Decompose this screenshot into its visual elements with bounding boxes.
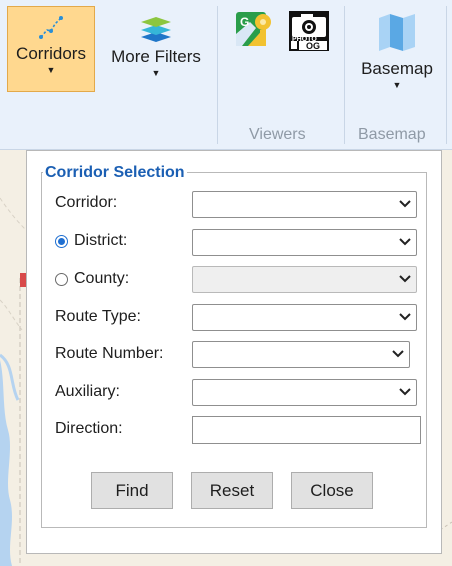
county-label: County: (74, 270, 130, 287)
reset-button[interactable]: Reset (191, 472, 273, 509)
corridors-button[interactable]: Corridors ▼ (7, 6, 95, 92)
district-row: District: (55, 232, 127, 250)
find-button[interactable]: Find (91, 472, 173, 509)
county-select[interactable] (192, 266, 417, 293)
corridor-selection-panel: Corridor Selection Corridor: District: C… (26, 150, 442, 554)
chevron-down-icon (399, 275, 411, 283)
district-select[interactable] (192, 229, 417, 256)
svg-text:G: G (240, 15, 249, 29)
chevron-down-icon (399, 238, 411, 246)
google-maps-icon[interactable]: G (236, 12, 272, 48)
corridors-label: Corridors (16, 44, 86, 63)
chevron-down-icon (399, 388, 411, 396)
basemap-group-label: Basemap (358, 126, 426, 143)
district-label: District: (74, 232, 128, 249)
basemap-label: Basemap (361, 59, 433, 78)
route-type-select[interactable] (192, 304, 417, 331)
direction-field[interactable] (192, 416, 421, 444)
layers-icon (141, 17, 171, 42)
chevron-down-icon (399, 200, 411, 208)
map-icon (379, 14, 415, 51)
corridor-label: Corridor: (55, 194, 118, 211)
photolog-camera-icon[interactable]: PHOTO OG (289, 11, 329, 51)
district-radio[interactable] (55, 234, 68, 248)
chevron-down-icon: ▼ (151, 68, 161, 78)
route-number-select[interactable] (192, 341, 410, 368)
corridor-select[interactable] (192, 191, 417, 218)
chevron-down-icon (399, 313, 411, 321)
ribbon-separator (217, 6, 218, 144)
route-type-label: Route Type: (55, 308, 141, 325)
chevron-down-icon: ▼ (46, 65, 56, 75)
viewers-group-label: Viewers (249, 126, 306, 143)
county-row: County: (55, 270, 129, 288)
corridor-route-icon (39, 16, 63, 39)
ribbon-toolbar: Corridors ▼ More Filters ▼ G PHOTO OG Ba… (0, 0, 452, 150)
county-radio[interactable] (55, 272, 68, 286)
chevron-down-icon (392, 350, 404, 358)
close-button[interactable]: Close (291, 472, 373, 509)
ribbon-separator (344, 6, 345, 144)
direction-label: Direction: (55, 420, 123, 437)
more-filters-button[interactable]: More Filters ▼ (102, 6, 210, 92)
auxiliary-label: Auxiliary: (55, 383, 120, 400)
auxiliary-select[interactable] (192, 379, 417, 406)
panel-title: Corridor Selection (43, 164, 187, 182)
more-filters-label: More Filters (111, 47, 201, 66)
basemap-button[interactable]: Basemap ▼ (352, 6, 442, 92)
ribbon-separator (446, 6, 447, 144)
route-number-label: Route Number: (55, 345, 164, 362)
chevron-down-icon: ▼ (392, 80, 402, 90)
svg-text:OG: OG (306, 41, 320, 51)
